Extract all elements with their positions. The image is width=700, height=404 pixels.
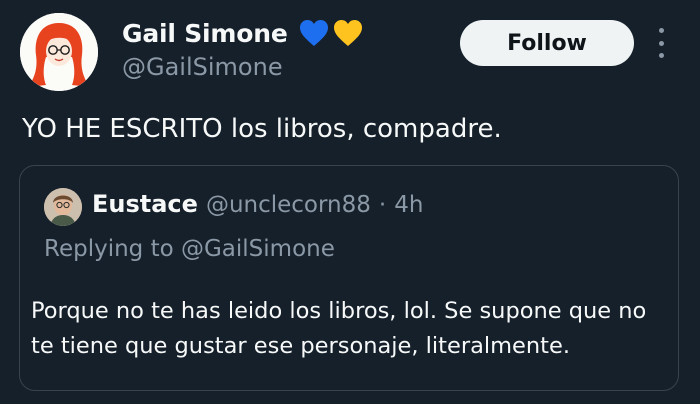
blue-heart-icon <box>299 20 328 46</box>
avatar-portrait <box>20 13 98 91</box>
yellow-heart-icon <box>333 20 362 46</box>
quoted-handle[interactable]: @unclecorn88 <box>206 192 371 218</box>
quoted-header: Eustace @unclecorn88 · 4h <box>92 190 423 218</box>
quoted-text: Porque no te has leido los libros, lol. … <box>31 298 647 359</box>
author-handle[interactable]: @GailSimone <box>122 53 283 81</box>
author-avatar[interactable] <box>20 13 98 91</box>
more-vertical-icon[interactable] <box>654 28 668 58</box>
follow-button[interactable]: Follow <box>460 20 634 66</box>
quoted-author-avatar[interactable] <box>44 188 82 226</box>
more-dot <box>658 53 664 58</box>
quoted-display-name[interactable]: Eustace <box>92 190 198 218</box>
author-name-row: Gail Simone <box>122 16 364 50</box>
author-display-name[interactable]: Gail Simone <box>122 19 288 48</box>
separator-dot: · <box>378 192 387 218</box>
more-dot <box>658 28 664 33</box>
more-dot <box>658 40 664 46</box>
quoted-timestamp[interactable]: 4h <box>394 192 423 218</box>
tweet-text: YO HE ESCRITO los libros, compadre. <box>22 114 502 144</box>
quoted-avatar-photo <box>44 188 82 226</box>
replying-to[interactable]: Replying to @GailSimone <box>44 236 335 262</box>
quoted-tweet[interactable]: Eustace @unclecorn88 · 4h Replying to @G… <box>19 165 679 391</box>
name-emoji <box>298 18 364 48</box>
